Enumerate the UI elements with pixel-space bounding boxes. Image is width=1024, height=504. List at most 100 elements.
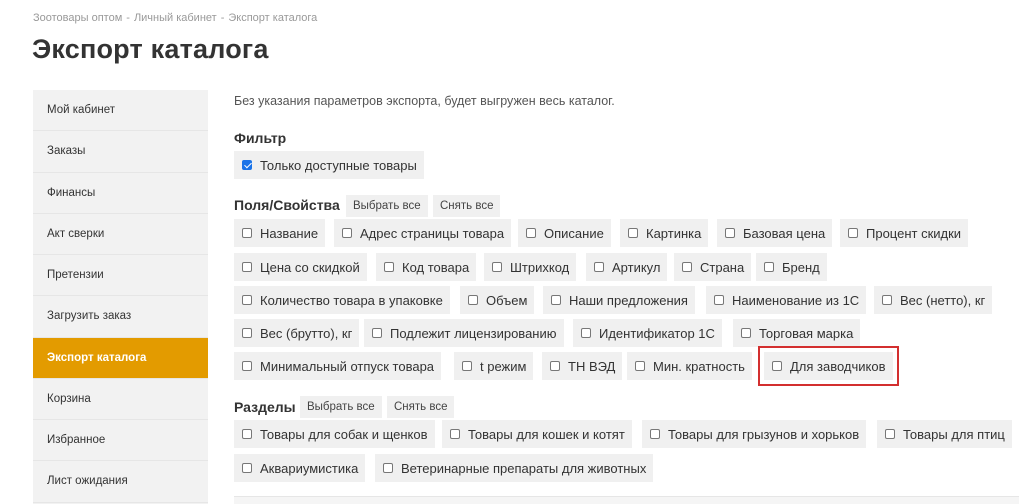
breadcrumb-link-home[interactable]: Зоотовары оптом	[33, 12, 122, 24]
field-option-label: Страна	[700, 259, 745, 275]
field-option-label: Количество товара в упаковке	[260, 292, 443, 308]
field-option[interactable]: Объем	[460, 286, 535, 314]
checkbox-icon[interactable]	[628, 228, 638, 238]
checkbox-icon[interactable]	[526, 228, 536, 238]
field-option[interactable]: Артикул	[586, 253, 668, 281]
checkbox-icon[interactable]	[581, 328, 591, 338]
checkbox-icon[interactable]	[682, 262, 692, 272]
section-option[interactable]: Ветеринарные препараты для животных	[375, 454, 654, 482]
field-option[interactable]: Цена со скидкой	[234, 253, 367, 281]
field-option[interactable]: Торговая марка	[733, 319, 861, 347]
checkbox-icon[interactable]	[242, 463, 252, 473]
field-option[interactable]: Вес (нетто), кг	[874, 286, 993, 314]
sidebar-item-reconciliation[interactable]: Акт сверки	[33, 214, 208, 255]
checkbox-icon[interactable]	[383, 463, 393, 473]
sidebar-item-favorites[interactable]: Избранное	[33, 420, 208, 462]
checkbox-icon[interactable]	[384, 262, 394, 272]
field-option-label: Цена со скидкой	[260, 259, 360, 275]
field-option-label: Идентификатор 1С	[599, 325, 715, 341]
field-option[interactable]: Бренд	[756, 253, 827, 281]
field-option[interactable]: Базовая цена	[717, 219, 833, 247]
sidebar-item-upload-order[interactable]: Загрузить заказ	[33, 296, 208, 338]
breadcrumb-current: Экспорт каталога	[228, 12, 318, 24]
checkbox-icon[interactable]	[551, 295, 561, 305]
checkbox-icon[interactable]	[492, 262, 502, 272]
sidebar-item-finance[interactable]: Финансы	[33, 173, 208, 214]
field-option[interactable]: Картинка	[620, 219, 709, 247]
checkbox-icon[interactable]	[635, 361, 645, 371]
checkbox-icon[interactable]	[848, 228, 858, 238]
checkbox-icon[interactable]	[242, 361, 252, 371]
field-option[interactable]: Название	[234, 219, 326, 247]
field-option[interactable]: Мин. кратность	[627, 352, 752, 380]
field-option[interactable]: Адрес страницы товара	[334, 219, 512, 247]
checkbox-icon[interactable]	[550, 361, 560, 371]
field-option-label: Подлежит лицензированию	[390, 325, 557, 341]
field-option[interactable]: Страна	[674, 253, 752, 281]
checkbox-icon[interactable]	[882, 295, 892, 305]
section-option-label: Ветеринарные препараты для животных	[401, 460, 647, 476]
sections-clear-all-button[interactable]: Снять все	[387, 396, 455, 418]
checkbox-icon[interactable]	[242, 228, 252, 238]
checkbox-icon[interactable]	[764, 262, 774, 272]
checkbox-icon[interactable]	[594, 262, 604, 272]
field-option-label: Артикул	[612, 259, 661, 275]
field-option-label: Описание	[544, 225, 604, 241]
checkbox-icon[interactable]	[650, 429, 660, 439]
sidebar-item-cart[interactable]: Корзина	[33, 379, 208, 420]
checkbox-icon[interactable]	[372, 328, 382, 338]
filter-title: Фильтр	[234, 130, 287, 146]
checkbox-icon[interactable]	[450, 429, 460, 439]
field-option[interactable]: Код товара	[376, 253, 477, 281]
field-option[interactable]: Наименование из 1С	[706, 286, 867, 314]
breadcrumb-link-cabinet[interactable]: Личный кабинет	[134, 12, 217, 24]
breadcrumb-separator: -	[126, 12, 130, 24]
field-option[interactable]: Наши предложения	[543, 286, 695, 314]
field-option-label: t режим	[480, 358, 527, 374]
section-option[interactable]: Товары для птиц	[877, 420, 1012, 448]
checkbox-icon[interactable]	[242, 262, 252, 272]
field-option[interactable]: t режим	[454, 352, 534, 380]
fields-select-all-button[interactable]: Выбрать все	[346, 195, 428, 217]
field-option[interactable]: Идентификатор 1С	[573, 319, 722, 347]
section-option-label: Товары для грызунов и хорьков	[668, 426, 860, 442]
sidebar-item-claims[interactable]: Претензии	[33, 255, 208, 297]
sidebar-item-orders[interactable]: Заказы	[33, 131, 208, 173]
checkbox-icon[interactable]	[725, 228, 735, 238]
section-option-label: Товары для кошек и котят	[468, 426, 625, 442]
checkbox-icon[interactable]	[462, 361, 472, 371]
checkbox-icon[interactable]	[741, 328, 751, 338]
sidebar-item-export-catalog[interactable]: Экспорт каталога	[33, 337, 208, 379]
checkbox-icon[interactable]	[242, 328, 252, 338]
field-option[interactable]: Количество товара в упаковке	[234, 286, 450, 314]
field-option[interactable]: Штрихкод	[484, 253, 577, 281]
field-option[interactable]: Процент скидки	[840, 219, 969, 247]
checkbox-icon[interactable]	[885, 429, 895, 439]
checkbox-icon[interactable]	[772, 361, 782, 371]
field-option[interactable]: Подлежит лицензированию	[364, 319, 564, 347]
checkbox-checked-icon[interactable]	[242, 160, 252, 170]
checkbox-icon[interactable]	[342, 228, 352, 238]
field-option-breeders[interactable]: Для заводчиков	[758, 346, 899, 386]
sections-select-all-button[interactable]: Выбрать все	[300, 396, 382, 418]
field-option[interactable]: Описание	[518, 219, 611, 247]
section-option[interactable]: Товары для собак и щенков	[234, 420, 435, 448]
section-option[interactable]: Товары для кошек и котят	[442, 420, 632, 448]
page-title: Экспорт каталога	[32, 34, 269, 64]
filter-available-only[interactable]: Только доступные товары	[234, 151, 424, 179]
checkbox-icon[interactable]	[242, 429, 252, 439]
sidebar-item-waitlist[interactable]: Лист ожидания	[33, 461, 208, 503]
sidebar: Мой кабинет Заказы Финансы Акт сверки Пр…	[33, 90, 208, 504]
checkbox-icon[interactable]	[468, 295, 478, 305]
field-option[interactable]: ТН ВЭД	[542, 352, 623, 380]
sidebar-item-my-cabinet[interactable]: Мой кабинет	[33, 90, 208, 132]
section-option[interactable]: Аквариумистика	[234, 454, 366, 482]
intro-text: Без указания параметров экспорта, будет …	[234, 94, 615, 108]
section-option[interactable]: Товары для грызунов и хорьков	[642, 420, 867, 448]
fields-clear-all-button[interactable]: Снять все	[433, 195, 501, 217]
field-option[interactable]: Минимальный отпуск товара	[234, 352, 442, 380]
checkbox-icon[interactable]	[242, 295, 252, 305]
breadcrumb: Зоотовары оптом - Личный кабинет - Экспорт к…	[33, 12, 317, 24]
field-option[interactable]: Вес (брутто), кг	[234, 319, 360, 347]
checkbox-icon[interactable]	[714, 295, 724, 305]
